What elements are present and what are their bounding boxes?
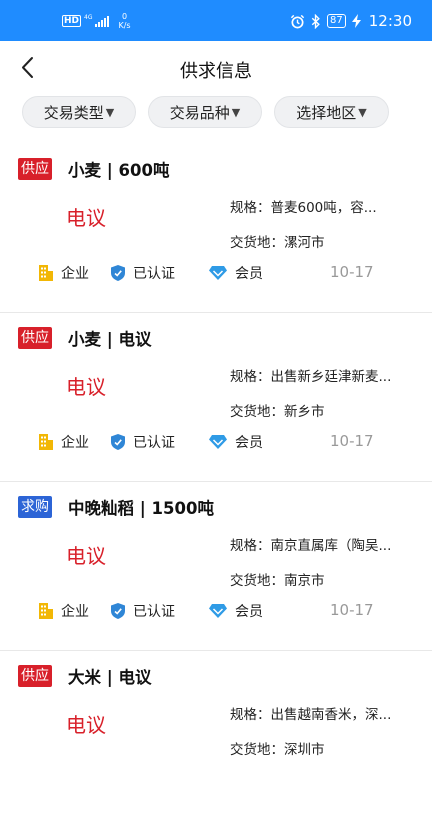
charging-icon: [351, 14, 361, 28]
signal-icon: [95, 15, 110, 27]
filter-bar: 交易类型 ▼ 交易品种 ▼ 选择地区 ▼: [0, 96, 432, 132]
diamond-icon: [209, 435, 227, 449]
status-left: HD 4G 0 K/s: [62, 10, 131, 32]
page-title: 供求信息: [180, 61, 252, 82]
tag-verified-label: 已认证: [133, 604, 175, 620]
tag-company-label: 企业: [61, 604, 89, 620]
tag-member: 会员: [208, 599, 263, 623]
status-right: 87 12:30: [290, 10, 412, 32]
listing-meta: 企业 已认证 会员 10-17: [0, 599, 432, 623]
shield-check-icon: [111, 265, 125, 281]
tag-member-label: 会员: [235, 604, 263, 620]
listing-price: 电议: [66, 206, 106, 230]
diamond-icon: [209, 604, 227, 618]
listing-spec: 规格：出售新乡廷津新麦...: [230, 369, 392, 385]
tag-company-label: 企业: [61, 435, 89, 451]
chevron-left-icon: [22, 57, 33, 78]
listing-meta: 企业 已认证 会员 10-17: [0, 430, 432, 454]
listing-card[interactable]: 供应 大米 | 电议 电议 规格：出售越南香米，深... 交货地：深圳市: [0, 651, 432, 820]
listing-type-badge: 供应: [18, 158, 52, 180]
filter-label: 选择地区: [296, 103, 357, 122]
hd-badge: HD: [62, 15, 82, 27]
tag-company: 企业: [38, 430, 89, 454]
filter-label: 交易类型: [43, 103, 104, 122]
filter-trade-type[interactable]: 交易类型 ▼: [22, 96, 136, 128]
listing-title: 小麦 | 电议: [68, 330, 152, 349]
shield-check-icon: [111, 434, 125, 450]
building-icon: [39, 603, 53, 619]
building-icon: [39, 434, 53, 450]
filter-variety[interactable]: 交易品种 ▼: [148, 96, 262, 128]
listing-date: 10-17: [330, 432, 374, 450]
listing-title: 小麦 | 600吨: [68, 161, 170, 180]
clock: 12:30: [368, 12, 412, 30]
title-bar: 供求信息: [0, 41, 432, 95]
tag-member-label: 会员: [235, 435, 263, 451]
listing-location: 交货地：漯河市: [230, 235, 325, 251]
alarm-icon: [290, 14, 305, 28]
listing-title: 大米 | 电议: [68, 668, 152, 687]
listing-price: 电议: [66, 544, 106, 568]
caret-down-icon: ▼: [231, 105, 241, 119]
status-bar: HD 4G 0 K/s 87 12:30: [0, 0, 432, 41]
listing-location: 交货地：新乡市: [230, 404, 325, 420]
tag-company-label: 企业: [61, 266, 89, 282]
listing-price: 电议: [66, 375, 106, 399]
listing-spec: 规格：出售越南香米，深...: [230, 707, 392, 723]
filter-region[interactable]: 选择地区 ▼: [274, 96, 389, 128]
shield-check-icon: [111, 603, 125, 619]
tag-member: 会员: [208, 430, 263, 454]
building-icon: [39, 265, 53, 281]
network-speed: 0 K/s: [118, 12, 130, 30]
listing-location: 交货地：南京市: [230, 573, 325, 589]
listing-date: 10-17: [330, 601, 374, 619]
caret-down-icon: ▼: [358, 105, 367, 119]
tag-verified-label: 已认证: [133, 435, 175, 451]
listing-card[interactable]: 供应 小麦 | 600吨 电议 规格：普麦600吨，容... 交货地：漯河市 企…: [0, 144, 432, 313]
listing-type-badge: 供应: [18, 327, 52, 349]
speed-unit: K/s: [118, 21, 131, 30]
listing-type-badge: 供应: [18, 665, 52, 687]
tag-verified: 已认证: [110, 599, 175, 623]
tag-verified: 已认证: [110, 430, 175, 454]
battery-icon: 87: [327, 14, 346, 28]
bluetooth-icon: [311, 13, 320, 29]
listing-spec: 规格：南京直属库（陶吴...: [230, 538, 392, 554]
tag-company: 企业: [38, 261, 89, 285]
diamond-icon: [209, 266, 227, 280]
network-type: 4G: [84, 14, 93, 21]
listing-meta: 企业 已认证 会员 10-17: [0, 261, 432, 285]
listing-title: 中晚籼稻 | 1500吨: [68, 499, 214, 518]
speed-value: 0: [121, 12, 128, 21]
tag-verified-label: 已认证: [133, 266, 175, 282]
listing-spec: 规格：普麦600吨，容...: [230, 200, 377, 216]
tag-verified: 已认证: [110, 261, 175, 285]
tag-member: 会员: [208, 261, 263, 285]
tag-member-label: 会员: [235, 266, 263, 282]
listing-date: 10-17: [330, 263, 374, 281]
listing-price: 电议: [66, 713, 106, 737]
filter-label: 交易品种: [169, 103, 230, 122]
listing-card[interactable]: 供应 小麦 | 电议 电议 规格：出售新乡廷津新麦... 交货地：新乡市 企业 …: [0, 313, 432, 482]
tag-company: 企业: [38, 599, 89, 623]
listing-type-badge: 求购: [18, 496, 52, 518]
caret-down-icon: ▼: [105, 105, 115, 119]
back-button[interactable]: [14, 53, 44, 83]
listing-location: 交货地：深圳市: [230, 742, 325, 758]
listing-card[interactable]: 求购 中晚籼稻 | 1500吨 电议 规格：南京直属库（陶吴... 交货地：南京…: [0, 482, 432, 651]
